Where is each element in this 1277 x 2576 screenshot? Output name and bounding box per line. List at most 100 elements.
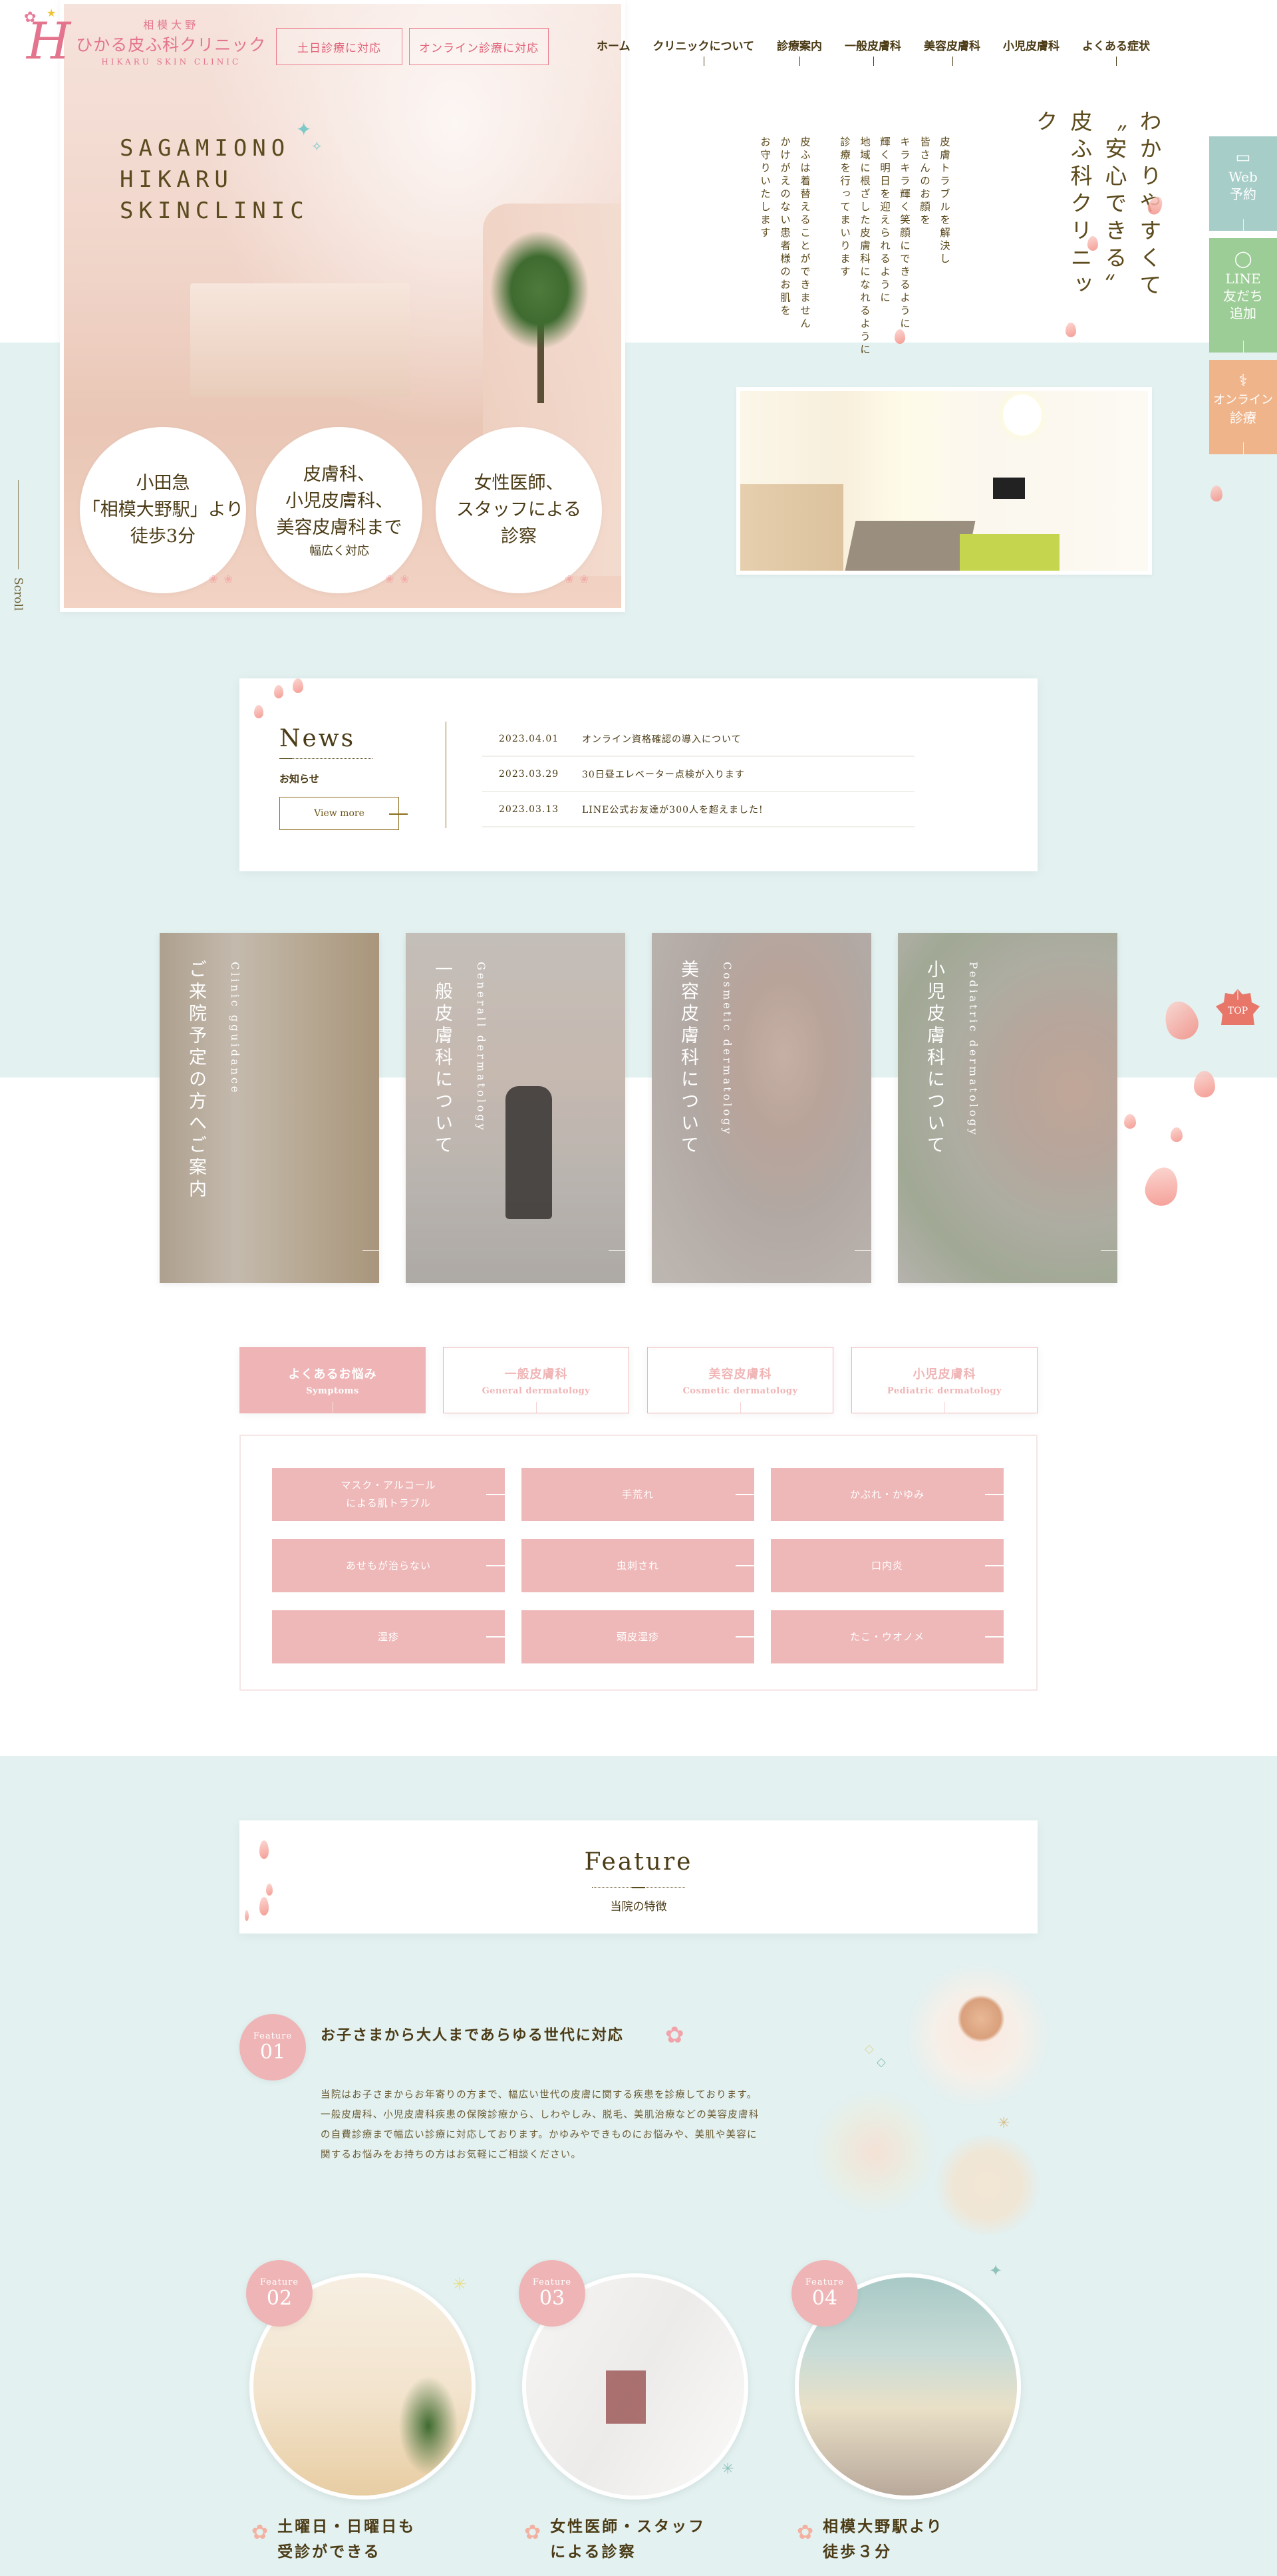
symptom-label: マスク・アルコール による肌トラブル [341,1479,436,1509]
button-tick [1243,219,1244,231]
feature-02-title: 土曜日・日曜日も 受診ができる [277,2514,416,2565]
online-service-badge[interactable]: オンライン診療に対応 [409,28,549,65]
star-burst-icon: ✳ [722,2461,734,2478]
web-reservation-button[interactable]: ▭ Web 予約 [1209,136,1277,231]
tab-general-dermatology[interactable]: 一般皮膚科 General dermatology [443,1347,629,1413]
symptom-button[interactable]: マスク・アルコール による肌トラブル [272,1468,505,1521]
symptom-button[interactable]: 手荒れ [521,1468,754,1521]
nav-label: 小児皮膚科 [1003,40,1060,53]
room-kids-floor [960,534,1060,571]
feature-01-generations-photo: ◇ ◇ ✳ [798,1955,1051,2235]
petal-decoration [1124,1114,1136,1129]
top-button-label: TOP [1227,1006,1248,1016]
tab-label-ja: 美容皮膚科 [708,1367,772,1381]
petals-icon: ❀ ❀ [385,573,410,585]
weekend-service-badge[interactable]: 土日診療に対応 [276,28,402,65]
nav-label: 診療案内 [777,40,822,53]
tab-label-en: Symptoms [306,1385,359,1396]
side-btn-label: 追加 [1230,305,1256,321]
badge-label: オンライン診療に対応 [419,41,539,55]
hero-plant [490,230,589,350]
dept-card-pediatric[interactable]: 小児皮膚科について Pediatric dermatology [898,933,1117,1283]
news-item[interactable]: 2023.03.29 30日昼エレベーター点検が入ります [482,757,915,792]
nav-label: よくある症状 [1082,40,1150,53]
scroll-indicator[interactable]: Scroll [11,480,25,611]
side-btn-label: 診療 [1230,410,1256,426]
button-tick [1243,341,1244,353]
feature-02-plant [398,2376,458,2476]
symptom-label: かぶれ・かゆみ [849,1488,924,1501]
intro-body-line: 診療を行ってまいります [839,136,851,279]
symptom-button[interactable]: 頭皮湿疹 [521,1610,754,1663]
dept-title-ja: 小児皮膚科について [924,960,944,1157]
scroll-line [17,480,19,569]
diamond-sparkle-icon: ◇ [865,2042,874,2056]
feature-03-title: 女性医師・スタッフ による診察 [550,2514,706,2565]
hero-title-line: SAGAMIONO [120,135,291,162]
hero-circle-departments: 皮膚科、 小児皮膚科、 美容皮膚科まで 幅広く対応 ❀ ❀ [256,427,422,593]
symptom-label: あせもが治らない [345,1559,431,1572]
feature-title-line: による診察 [550,2543,637,2561]
room-carpet [844,521,976,571]
nav-item-home[interactable]: ホーム [585,37,642,53]
nav-item-medical-guide[interactable]: 診療案内 [766,37,833,66]
dept-card-cosmetic[interactable]: 美容皮膚科について Cosmetic dermatology [652,933,871,1283]
feature-badge-number: 01 [259,2040,286,2064]
arrow-line-icon [609,1250,625,1251]
button-tick [1243,442,1244,454]
dept-card-clinic-guidance[interactable]: ご来院予定の方へご案内 Clinic gguidance [160,933,379,1283]
symptom-button[interactable]: 口内炎 [771,1539,1004,1592]
room-lamp [1003,394,1042,436]
stethoscope-icon: ⚕ [1238,371,1248,390]
tab-pediatric-dermatology[interactable]: 小児皮膚科 Pediatric dermatology [851,1347,1038,1413]
clinic-logo[interactable]: ✿ ★ H 相模大野 ひかる皮ふ科クリニック HIKARU SKIN CLINI… [24,8,266,67]
feature-03-detail [606,2370,646,2424]
feature-title-line: 相模大野駅より [823,2517,944,2535]
logo-text: 相模大野 ひかる皮ふ科クリニック HIKARU SKIN CLINIC [76,16,266,67]
intro-body-line: 輝く明日を迎えられるように [879,136,891,305]
tab-tick [740,1402,741,1413]
tab-label-en: General dermatology [482,1385,591,1396]
news-subtitle: お知らせ [279,773,319,785]
petal-decoration [1194,1071,1215,1097]
line-add-friend-button[interactable]: ◯ LINE 友だち 追加 [1209,238,1277,353]
dept-card-general[interactable]: 一般皮膚科について Generall dermatology [406,933,625,1283]
room-tv [993,478,1025,499]
nav-label: ホーム [597,40,631,53]
sparkle-icon: ✦ [296,118,312,140]
submenu-indicator [1116,57,1117,66]
arrow-line-icon [736,1565,754,1566]
nav-item-common-symptoms[interactable]: よくある症状 [1071,37,1161,66]
online-consultation-button[interactable]: ⚕ オンライン 診療 [1209,360,1277,454]
news-title-rule [279,758,372,759]
feature-title: Feature [584,1848,693,1876]
arrow-line-icon [486,1494,505,1495]
tab-cosmetic-dermatology[interactable]: 美容皮膚科 Cosmetic dermatology [647,1347,833,1413]
symptom-button[interactable]: 虫刺され [521,1539,754,1592]
petal-decoration [895,329,905,344]
symptom-button[interactable]: 湿疹 [272,1610,505,1663]
news-date: 2023.03.29 [499,768,559,780]
nav-item-general-dermatology[interactable]: 一般皮膚科 [833,37,913,66]
tab-symptoms[interactable]: よくあるお悩み Symptoms [239,1347,426,1413]
nav-item-cosmetic-dermatology[interactable]: 美容皮膚科 [913,37,992,66]
feature-04-title: 相模大野駅より 徒歩３分 [823,2514,944,2565]
news-date: 2023.03.13 [499,803,559,815]
symptom-button[interactable]: たこ・ウオノメ [771,1610,1004,1663]
symptom-button[interactable]: かぶれ・かゆみ [771,1468,1004,1521]
hero-title-line: HIKARU [120,166,233,193]
news-view-more-button[interactable]: View more [279,797,408,830]
feature-badge-01: Feature 01 [239,2014,306,2080]
news-title: News [279,725,356,752]
symptom-button[interactable]: あせもが治らない [272,1539,505,1592]
dept-title-en: Pediatric dermatology [967,962,980,1137]
dept-title-ja: 一般皮膚科について [432,960,452,1157]
nav-item-pediatric-dermatology[interactable]: 小児皮膚科 [992,37,1071,53]
petal-decoration [1065,323,1076,337]
intro-heading-line: 皮ふ科クリニック [1032,110,1093,301]
nav-item-about-clinic[interactable]: クリニックについて [642,37,766,66]
tab-label-en: Pediatric dermatology [887,1385,1002,1396]
back-to-top-button[interactable]: TOP [1212,988,1264,1026]
news-item[interactable]: 2023.04.01 オンライン資格確認の導入について [482,722,915,757]
news-item[interactable]: 2023.03.13 LINE公式お友達が300人を超えました! [482,792,915,827]
